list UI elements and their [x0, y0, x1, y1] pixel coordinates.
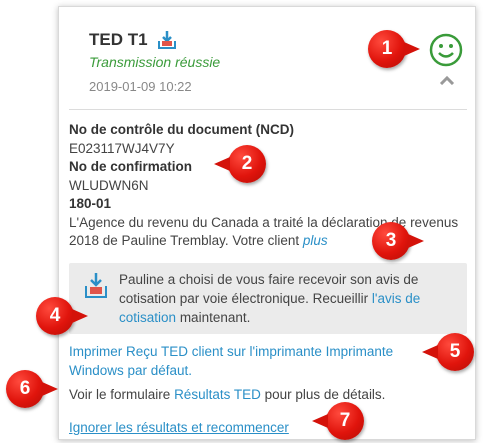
ncd-label: No de contrôle du document (NCD) — [69, 122, 294, 137]
result-code: 180-01 — [69, 196, 112, 211]
print-receipt-link[interactable]: Imprimer Reçu TED client sur l'imprimant… — [69, 343, 429, 380]
card-header: TED T1 Transmission réussie 2019-01-09 1… — [59, 7, 475, 107]
inbox-tray-icon — [85, 273, 107, 298]
result-details: No de contrôle du document (NCD) E023117… — [69, 121, 469, 251]
callout-4: 4 — [36, 297, 88, 335]
result-actions: Imprimer Reçu TED client sur l'imprimant… — [69, 343, 469, 437]
transmission-status: Transmission réussie — [89, 54, 221, 70]
chevron-up-icon[interactable] — [439, 75, 455, 85]
inbox-tray-icon — [157, 31, 176, 49]
more-link[interactable]: plus — [303, 233, 328, 248]
assessment-notice: Pauline a choisi de vous faire recevoir … — [69, 263, 467, 334]
callout-6: 6 — [6, 370, 58, 408]
ted-results-link[interactable]: Résultats TED — [174, 387, 261, 402]
smiley-icon — [429, 33, 463, 67]
callout-5: 5 — [422, 333, 474, 371]
confirmation-label: No de confirmation — [69, 159, 193, 174]
title-row: TED T1 — [89, 29, 178, 51]
see-results-line: Voir le formulaire Résultats TED pour pl… — [69, 386, 469, 405]
callout-3: 3 — [372, 222, 424, 260]
callout-1: 1 — [368, 30, 420, 68]
notice-text-after: maintenant. — [179, 310, 251, 325]
callout-7: 7 — [312, 402, 364, 440]
transmission-datetime: 2019-01-09 10:22 — [89, 79, 192, 94]
ignore-and-restart-link[interactable]: Ignorer les résultats et recommencer — [69, 419, 289, 438]
transmission-result-card: TED T1 Transmission réussie 2019-01-09 1… — [58, 6, 476, 440]
callout-2: 2 — [214, 145, 266, 183]
return-title: TED T1 — [89, 30, 148, 49]
ncd-value: E023117WJ4V7Y — [69, 140, 175, 156]
header-divider — [69, 109, 467, 110]
notice-text: Pauline a choisi de vous faire recevoir … — [119, 270, 459, 327]
see-text-after: pour plus de détails. — [264, 387, 386, 402]
see-text-before: Voir le formulaire — [69, 387, 171, 402]
confirmation-value: WLUDWN6N — [69, 177, 149, 193]
